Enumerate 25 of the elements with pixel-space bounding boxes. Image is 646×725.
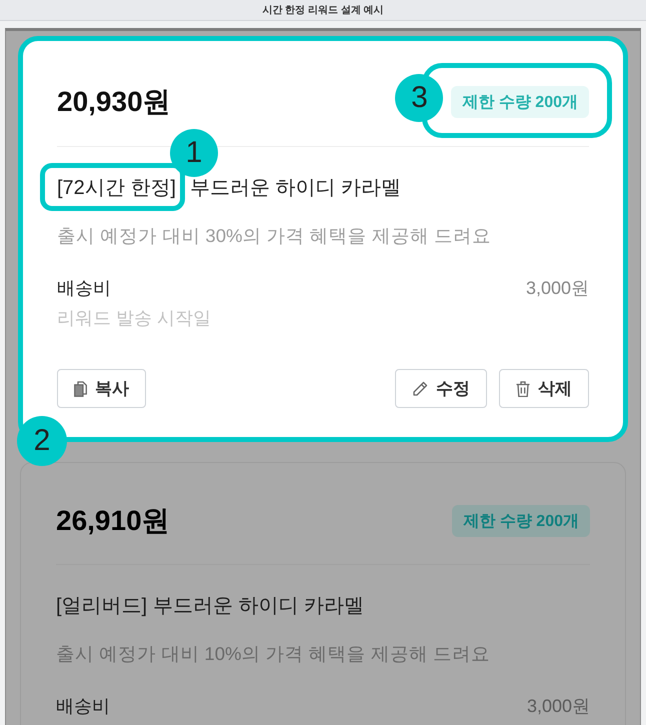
product-name-text: 부드러운 하이디 카라멜 bbox=[153, 594, 364, 619]
shipping-fee-text: 3,000원 bbox=[526, 277, 589, 300]
step-marker: 3 bbox=[395, 74, 444, 122]
price-text: 26,910원 bbox=[56, 505, 170, 537]
documents-icon bbox=[74, 380, 87, 396]
window-title: 시간 한정 리워드 설계 예시 bbox=[262, 4, 384, 17]
copy-button[interactable]: 복사 bbox=[57, 369, 146, 408]
quantity-limit-tag: 제한 수량 200개 bbox=[451, 86, 589, 118]
shipping-label: 배송비 bbox=[57, 277, 111, 300]
price-text: 20,930원 bbox=[57, 86, 171, 118]
description-text: 출시 예정가 대비 30%의 가격 혜택을 제공해 드려요 bbox=[57, 224, 492, 248]
description-text: 출시 예정가 대비 10%의 가격 혜택을 제공해 드려요 bbox=[56, 642, 492, 666]
product-name-text: 부드러운 하이디 카라멜 bbox=[190, 176, 402, 201]
quantity-limit-tag: 제한 수량 200개 bbox=[452, 505, 590, 537]
title-tag-text: [얼리버드] bbox=[56, 595, 148, 617]
start-date-label: 리워드 발송 시작일 bbox=[57, 307, 212, 330]
edit-button[interactable]: 수정 bbox=[395, 369, 487, 408]
pencil-icon bbox=[412, 380, 428, 396]
trash-can-icon bbox=[516, 380, 530, 396]
shipping-label: 배송비 bbox=[56, 695, 110, 718]
title-tag-text: [72시간 한정] bbox=[57, 177, 176, 199]
step-marker: 2 bbox=[17, 416, 67, 466]
step-marker: 1 bbox=[170, 129, 218, 177]
delete-button[interactable]: 삭제 bbox=[499, 369, 589, 408]
shipping-fee-text: 3,000원 bbox=[526, 695, 590, 718]
